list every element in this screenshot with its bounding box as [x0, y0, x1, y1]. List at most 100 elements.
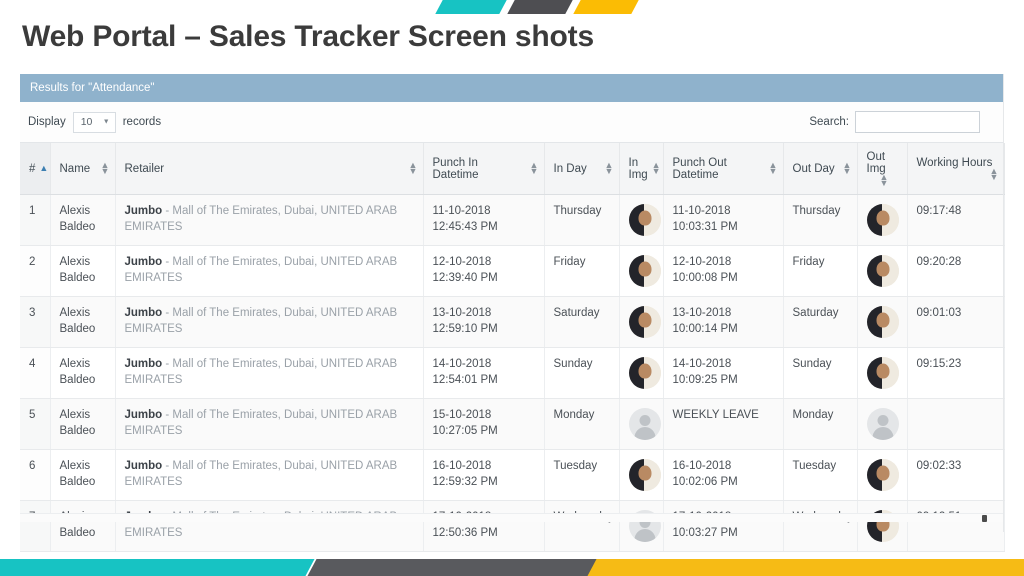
cell-out-img — [857, 500, 908, 553]
cell-working-hours: 09:01:03 — [907, 296, 1005, 349]
column-label: In Img — [628, 156, 648, 181]
in-img-avatar-photo[interactable] — [628, 357, 661, 390]
cell-working-hours: 09:17:48 — [907, 194, 1005, 247]
attendance-table-wrap: # ▲ Name ▲ ▼ Retailer ▲ ▼ Punch In Datet… — [20, 142, 1005, 553]
cell-in-day: Thursday — [544, 194, 620, 247]
bottom-bar-gray — [307, 559, 599, 576]
out-img-avatar-photo[interactable] — [866, 357, 899, 390]
retailer-name: Jumbo — [124, 307, 163, 320]
in-img-avatar-placeholder[interactable] — [628, 408, 661, 441]
cell-retailer: Jumbo - Mall of The Emirates, Dubai, UNI… — [115, 398, 424, 451]
table-row[interactable]: 7AlexisBaldeoJumbo - Mall of The Emirate… — [20, 500, 1005, 553]
in-img-avatar-photo[interactable] — [628, 204, 661, 237]
column-header-working-hours[interactable]: Working Hours ▲ ▼ — [907, 143, 1005, 196]
column-header-punch-in-datetime[interactable]: Punch In Datetime ▲ ▼ — [423, 143, 545, 196]
panel-right-border — [1003, 74, 1004, 532]
sort-both-icon: ▲ ▼ — [989, 166, 999, 182]
cell-name: AlexisBaldeo — [50, 398, 116, 451]
cell-punch-in-datetime: 16-10-2018 12:59:32 PM — [423, 449, 545, 502]
column-header-retailer[interactable]: Retailer ▲ ▼ — [115, 143, 424, 196]
table-row[interactable]: 2 Alexis Baldeo Jumbo - Mall of The Emirate… — [20, 245, 1005, 298]
table-row[interactable]: 1 Alexis Baldeo Jumbo - Mall of The Emirate… — [20, 194, 1005, 247]
retailer-location: - Mall of The Emirates, Dubai, UNITED AR… — [124, 256, 398, 285]
search-group: Search: — [809, 111, 980, 133]
column-header-in-day[interactable]: In Day ▲ ▼ — [544, 143, 620, 196]
column-header-out-day[interactable]: Out Day ▲ ▼ — [783, 143, 858, 196]
cell-num: 6 — [20, 449, 51, 502]
cell-out-day: Saturday — [783, 296, 858, 349]
cell-in-day: Sunday — [544, 347, 620, 400]
panel-header-title: Results for "Attendance" — [30, 82, 155, 94]
chevron-down-icon: ▼ — [102, 118, 110, 126]
search-label: Search: — [809, 116, 849, 128]
cell-out-day: Thursday — [783, 194, 858, 247]
in-img-avatar-photo[interactable] — [628, 255, 661, 288]
cell-retailer: Jumbo - Mall of The Emirates, Dubai, UNI… — [115, 194, 424, 247]
out-img-avatar-photo[interactable] — [866, 306, 899, 339]
cell-punch-out-datetime: 11-10-2018 10:03:31 PM — [663, 194, 784, 247]
display-length-value: 10 — [80, 116, 93, 128]
cell-num: 1 — [20, 194, 51, 247]
retailer-location: - Mall of The Emirates, Dubai, UNITED AR… — [124, 409, 398, 438]
column-label: Working Hours — [916, 157, 993, 169]
cell-name: AlexisBaldeo — [50, 245, 116, 298]
display-length-select[interactable]: 10 ▼ — [72, 111, 116, 133]
in-img-avatar-photo[interactable] — [628, 459, 661, 492]
cell-out-day: Wednesday — [783, 500, 858, 553]
retailer-location: - Mall of The Emirates, Dubai, UNITED AR… — [124, 205, 398, 234]
column-label: Punch Out Datetime — [672, 156, 727, 181]
out-img-avatar-photo[interactable] — [866, 204, 899, 237]
cell-punch-out-datetime: 12-10-2018 10:00:08 PM — [663, 245, 784, 298]
out-img-avatar-photo[interactable] — [866, 459, 899, 492]
sort-both-icon: ▲ ▼ — [651, 160, 661, 176]
cell-out-day: Tuesday — [783, 449, 858, 502]
column-label: In Day — [553, 162, 587, 175]
out-img-avatar-photo[interactable] — [866, 255, 899, 288]
display-length-group: Display 10 ▼ records — [28, 111, 168, 133]
out-img-avatar-placeholder[interactable] — [866, 408, 899, 441]
cell-in-day: Tuesday — [544, 449, 620, 502]
column-header-punch-out-datetime[interactable]: Punch Out Datetime ▲ ▼ — [663, 143, 784, 196]
column-header-num[interactable]: # ▲ — [20, 143, 51, 196]
sort-both-icon: ▲ ▼ — [529, 160, 539, 176]
table-row[interactable]: 5 Alexis Baldeo Jumbo - Mall of The Emirate… — [20, 398, 1005, 451]
cell-working-hours: 09:12:51 — [907, 500, 1005, 553]
cell-in-day: Wednesday — [544, 500, 620, 553]
cell-punch-out-datetime: 13-10-2018 10:00:14 PM — [663, 296, 784, 349]
column-label: # — [29, 162, 36, 175]
cell-punch-in-datetime: 12-10-2018 12:39:40 PM — [423, 245, 545, 298]
cell-punch-in-datetime: 13-10-2018 12:59:10 PM — [423, 296, 545, 349]
sort-both-icon: ▲ ▼ — [842, 160, 852, 176]
cell-out-img — [857, 449, 908, 502]
cell-out-img — [857, 245, 908, 298]
cell-out-img — [857, 347, 908, 400]
sort-both-icon: ▲ ▼ — [604, 160, 614, 176]
cell-in-img — [619, 347, 664, 400]
cell-num: 2 — [20, 245, 51, 298]
cell-in-img — [619, 296, 664, 349]
retailer-location: - Mall of The Emirates, Dubai, UNITED AR… — [124, 358, 398, 387]
in-img-avatar-photo[interactable] — [628, 306, 661, 339]
top-decoration — [435, 0, 639, 14]
page-title: Web Portal – Sales Tracker Screen shots — [22, 20, 594, 53]
column-header-out-img[interactable]: Out Img ▲ ▼ — [857, 143, 908, 196]
table-body: 1 Alexis Baldeo Jumbo - Mall of The Emirate… — [20, 194, 1005, 553]
retailer-name: Jumbo — [124, 460, 163, 473]
cell-working-hours: 09:02:33 — [907, 449, 1005, 502]
cell-name: AlexisBaldeo — [50, 347, 116, 400]
attendance-table: # ▲ Name ▲ ▼ Retailer ▲ ▼ Punch In Datet… — [20, 143, 1005, 553]
column-header-name[interactable]: Name ▲ ▼ — [50, 143, 116, 196]
column-header-in-img[interactable]: In Img ▲ ▼ — [619, 143, 664, 196]
table-row[interactable]: 4 Alexis Baldeo Jumbo - Mall of The Emirate… — [20, 347, 1005, 400]
table-row[interactable]: 6 Alexis Baldeo Jumbo - Mall of The Emirate… — [20, 449, 1005, 502]
search-input[interactable] — [855, 111, 980, 133]
table-toolbar: Display 10 ▼ records Search: — [20, 102, 1004, 142]
deco-parallelogram-amber — [573, 0, 639, 14]
results-panel: Results for "Attendance" Display 10 ▼ re… — [20, 74, 1005, 553]
horizontal-scrollbar-thumb[interactable] — [982, 515, 987, 522]
sort-both-icon: ▲ ▼ — [768, 160, 778, 176]
cell-name: AlexisBaldeo — [50, 449, 116, 502]
horizontal-scrollbar[interactable] — [20, 513, 1004, 522]
table-row[interactable]: 3 Alexis Baldeo Jumbo - Mall of The Emirate… — [20, 296, 1005, 349]
retailer-name: Jumbo — [124, 256, 163, 269]
